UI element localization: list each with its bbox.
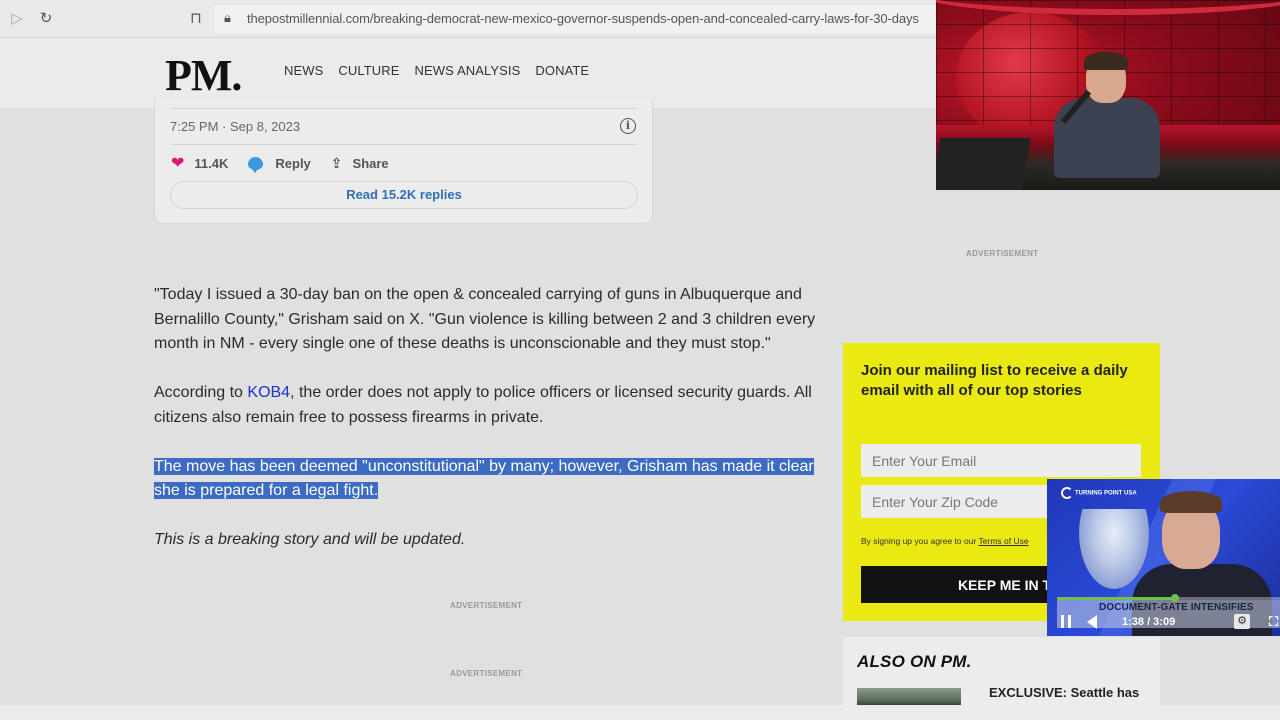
embedded-tweet: 7:25 PM · Sep 8, 2023 i ❤ 11.4K Reply ⇪ …: [154, 100, 653, 224]
nav-news[interactable]: NEWS: [284, 63, 323, 78]
pause-icon[interactable]: [1061, 615, 1071, 628]
site-header: PM. NEWS CULTURE NEWS ANALYSIS DONATE: [0, 38, 936, 108]
selected-text: The move has been deemed "unconstitution…: [154, 457, 814, 499]
terms-of-use-link[interactable]: Terms of Use: [979, 536, 1029, 546]
divider: [171, 108, 637, 109]
newsletter-headline: Join our mailing list to receive a daily…: [861, 362, 1128, 399]
site-logo[interactable]: PM.: [165, 50, 242, 101]
page-bottom-strip: [0, 705, 1280, 720]
bookmark-icon[interactable]: ⊓: [187, 10, 205, 28]
breaking-note: This is a breaking story and will be upd…: [154, 531, 466, 548]
presenter-hair: [1160, 491, 1222, 513]
advertisement-label: ADVERTISEMENT: [450, 669, 523, 678]
host-hair: [1084, 52, 1128, 70]
advertisement-label: ADVERTISEMENT: [450, 601, 523, 610]
reload-icon[interactable]: ↻: [37, 10, 55, 28]
share-label: Share: [352, 155, 389, 171]
video-player[interactable]: TURNING POINT USA DOCUMENT-GATE INTENSIF…: [1047, 479, 1280, 636]
terms-notice: By signing up you agree to our Terms of …: [861, 536, 1029, 546]
advertisement-label: ADVERTISEMENT: [966, 249, 1039, 258]
volume-icon[interactable]: [1087, 615, 1097, 629]
lock-icon: 🔒︎: [224, 10, 231, 25]
reply-label: Reply: [275, 155, 311, 171]
video-time: 1:38 / 3:09: [1122, 616, 1176, 628]
article-paragraph: "Today I issued a 30-day ban on the open…: [154, 286, 816, 352]
browser-toolbar: ▷ ↻ ⊓ 🔒︎ thepostmillennial.com/breaking-…: [0, 0, 936, 38]
channel-logo-icon: [1061, 487, 1073, 499]
info-icon[interactable]: i: [620, 118, 636, 134]
gear-icon[interactable]: ⚙: [1234, 614, 1250, 629]
video-progress-fill: [1057, 597, 1176, 600]
nav-culture[interactable]: CULTURE: [338, 63, 399, 78]
section-title: ALSO ON PM.: [857, 652, 972, 671]
terms-text: By signing up you agree to our: [861, 536, 979, 546]
main-nav: NEWS CULTURE NEWS ANALYSIS DONATE: [284, 63, 604, 78]
article-body: "Today I issued a 30-day ban on the open…: [154, 283, 824, 577]
speech-bubble-icon: [248, 156, 264, 173]
tweet-timestamp[interactable]: 7:25 PM · Sep 8, 2023: [170, 119, 300, 134]
channel-logo-text: TURNING POINT USA: [1075, 490, 1137, 497]
nav-news-analysis[interactable]: NEWS ANALYSIS: [415, 63, 521, 78]
fullscreen-icon[interactable]: ⛶: [1269, 614, 1278, 630]
laptop: [936, 138, 1031, 190]
webcam-overlay: [936, 0, 1280, 190]
url-text[interactable]: thepostmillennial.com/breaking-democrat-…: [247, 11, 919, 26]
article-paragraph-selected: The move has been deemed "unconstitution…: [154, 455, 824, 504]
reply-button[interactable]: Reply: [248, 155, 311, 173]
channel-logo: TURNING POINT USA: [1061, 487, 1137, 499]
capitol-graphic: [1079, 509, 1149, 589]
paragraph-text: According to: [154, 384, 248, 401]
address-bar[interactable]: 🔒︎ thepostmillennial.com/breaking-democr…: [214, 5, 936, 33]
video-progress-bar[interactable]: [1057, 594, 1280, 602]
read-replies-button[interactable]: Read 15.2K replies: [170, 181, 638, 209]
story-link[interactable]: EXCLUSIVE: Seattle has: [989, 685, 1139, 700]
play-forward-icon[interactable]: ▷: [8, 10, 26, 28]
like-count: 11.4K: [194, 155, 229, 171]
share-icon: ⇪: [330, 154, 343, 171]
share-button[interactable]: ⇪ Share: [331, 155, 389, 172]
divider: [171, 144, 637, 145]
heart-icon: ❤: [171, 155, 185, 172]
article-paragraph: According to KOB4, the order does not ap…: [154, 381, 824, 430]
like-button[interactable]: ❤ 11.4K: [171, 153, 228, 173]
email-field[interactable]: [861, 444, 1141, 477]
tweet-actions: ❤ 11.4K Reply ⇪ Share: [171, 153, 409, 173]
kob4-link[interactable]: KOB4: [247, 384, 290, 401]
video-controls: 1:38 / 3:09 ⚙ ⛶: [1047, 610, 1280, 636]
nav-donate[interactable]: DONATE: [535, 63, 589, 78]
